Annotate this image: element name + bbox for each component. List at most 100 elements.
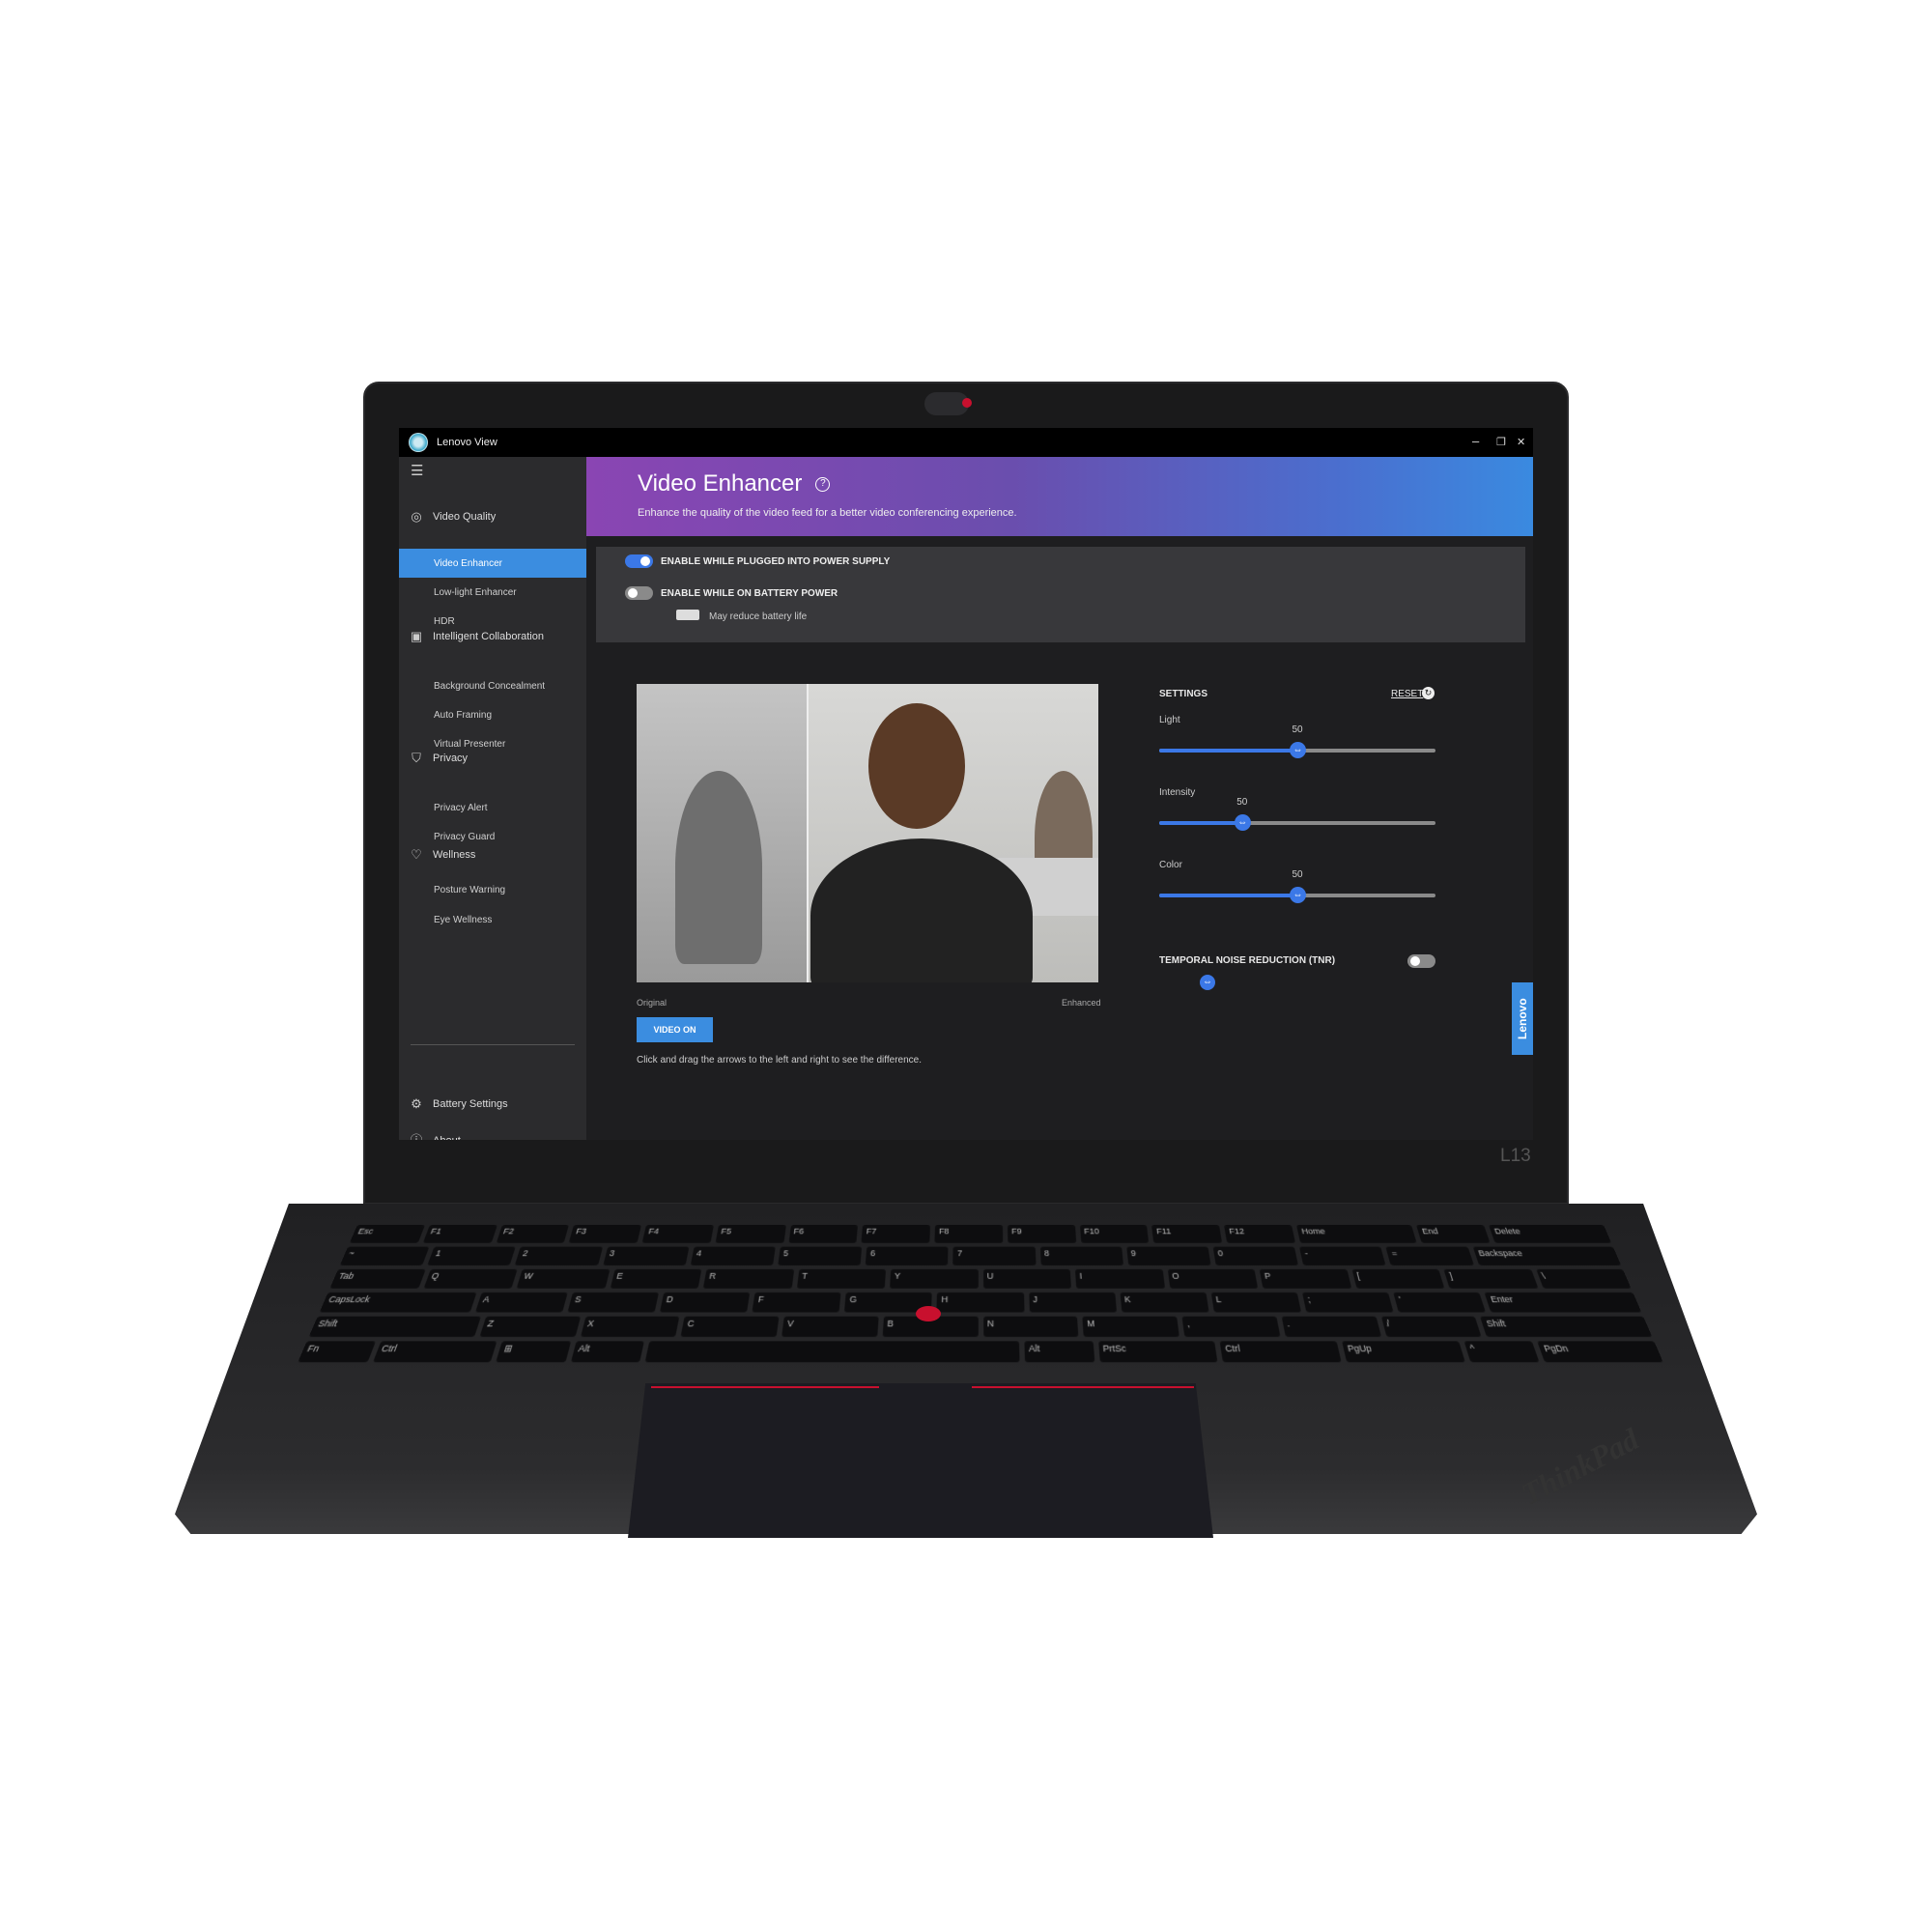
key[interactable]: CapsLock bbox=[319, 1292, 477, 1313]
slider-thumb[interactable]: ⇔ bbox=[1234, 814, 1251, 831]
menu-icon[interactable]: ☰ bbox=[411, 462, 423, 479]
key[interactable]: J bbox=[1028, 1292, 1117, 1313]
key[interactable]: Fn bbox=[298, 1341, 376, 1363]
key[interactable]: Ctrl bbox=[1219, 1341, 1342, 1363]
key[interactable]: S bbox=[567, 1292, 660, 1313]
key[interactable]: 6 bbox=[865, 1246, 949, 1265]
key[interactable]: F6 bbox=[788, 1225, 859, 1243]
key[interactable]: H bbox=[936, 1292, 1025, 1313]
key[interactable]: / bbox=[1380, 1316, 1482, 1337]
sidebar-item-background-concealment[interactable]: Background Concealment bbox=[399, 671, 586, 700]
key[interactable]: F4 bbox=[641, 1225, 714, 1243]
key[interactable]: Z bbox=[479, 1316, 581, 1337]
trackpoint[interactable] bbox=[916, 1306, 941, 1321]
key[interactable]: F10 bbox=[1079, 1225, 1150, 1243]
key[interactable]: Q bbox=[423, 1268, 518, 1289]
key[interactable]: F3 bbox=[568, 1225, 642, 1243]
key[interactable]: = bbox=[1385, 1246, 1474, 1265]
light-slider[interactable]: 50 ⇔ bbox=[1159, 724, 1435, 758]
key[interactable]: F2 bbox=[496, 1225, 570, 1243]
key[interactable]: End bbox=[1416, 1225, 1491, 1243]
key[interactable]: 4 bbox=[690, 1246, 776, 1265]
key[interactable]: I bbox=[1074, 1268, 1165, 1289]
key[interactable]: 2 bbox=[515, 1246, 603, 1265]
key[interactable]: Esc bbox=[349, 1225, 425, 1243]
key[interactable]: W bbox=[516, 1268, 610, 1289]
comparison-divider[interactable] bbox=[807, 684, 809, 982]
sidebar-item-eye-wellness[interactable]: Eye Wellness bbox=[399, 905, 586, 934]
key[interactable]: F11 bbox=[1151, 1225, 1223, 1243]
key[interactable]: R bbox=[702, 1268, 794, 1289]
intensity-slider[interactable]: 50 ⇔ bbox=[1159, 797, 1435, 831]
help-icon[interactable]: ? bbox=[815, 477, 831, 493]
sidebar-footer-battery-settings[interactable]: ⚙ Battery Settings bbox=[399, 1090, 586, 1119]
key[interactable]: Shift bbox=[308, 1316, 481, 1337]
key[interactable]: 5 bbox=[778, 1246, 863, 1265]
key[interactable]: K bbox=[1120, 1292, 1209, 1313]
key[interactable]: E bbox=[610, 1268, 702, 1289]
key[interactable]: PgUp bbox=[1342, 1341, 1465, 1363]
key[interactable]: P bbox=[1259, 1268, 1351, 1289]
plugged-in-toggle[interactable] bbox=[625, 554, 653, 568]
key[interactable]: Ctrl bbox=[372, 1341, 497, 1363]
key[interactable]: ⊞ bbox=[496, 1341, 572, 1363]
key[interactable]: . bbox=[1281, 1316, 1381, 1337]
sidebar-item-posture-warning[interactable]: Posture Warning bbox=[399, 875, 586, 904]
key[interactable]: PrtSc bbox=[1097, 1341, 1218, 1363]
key[interactable]: F7 bbox=[861, 1225, 931, 1243]
sidebar-item-wellness[interactable]: ♡ Wellness bbox=[399, 848, 586, 862]
key[interactable]: U bbox=[982, 1268, 1071, 1289]
key[interactable]: X bbox=[580, 1316, 680, 1337]
reset-link[interactable]: RESET bbox=[1391, 689, 1423, 699]
sidebar-item-privacy-guard[interactable]: Privacy Guard bbox=[399, 822, 586, 851]
key[interactable]: 8 bbox=[1039, 1246, 1123, 1265]
key[interactable]: 0 bbox=[1212, 1246, 1299, 1265]
key[interactable]: Enter bbox=[1484, 1292, 1642, 1313]
key[interactable]: N bbox=[982, 1316, 1079, 1337]
key[interactable]: M bbox=[1082, 1316, 1179, 1337]
sidebar-item-privacy[interactable]: ⛉ Privacy bbox=[399, 752, 586, 765]
battery-power-toggle[interactable] bbox=[625, 586, 653, 600]
tnr-toggle[interactable] bbox=[1407, 954, 1435, 968]
sidebar-item-intelligent-collaboration[interactable]: ▣ Intelligent Collaboration bbox=[399, 630, 586, 643]
slider-thumb[interactable]: ⇔ bbox=[1290, 887, 1306, 903]
key[interactable]: ] bbox=[1443, 1268, 1538, 1289]
key[interactable]: 1 bbox=[427, 1246, 517, 1265]
key[interactable]: Y bbox=[890, 1268, 979, 1289]
key[interactable]: Shift bbox=[1480, 1316, 1653, 1337]
key[interactable]: Alt bbox=[1024, 1341, 1094, 1363]
reset-icon[interactable]: ↻ bbox=[1422, 687, 1435, 699]
key[interactable]: F9 bbox=[1007, 1225, 1076, 1243]
color-slider[interactable]: 50 ⇔ bbox=[1159, 869, 1435, 903]
key[interactable]: F5 bbox=[715, 1225, 786, 1243]
key[interactable]: Delete bbox=[1488, 1225, 1612, 1243]
key[interactable]: F12 bbox=[1224, 1225, 1296, 1243]
key[interactable]: 9 bbox=[1126, 1246, 1211, 1265]
key[interactable] bbox=[645, 1341, 1020, 1363]
key[interactable]: 7 bbox=[952, 1246, 1037, 1265]
touchpad[interactable] bbox=[628, 1383, 1213, 1538]
close-button[interactable]: ✕ bbox=[1517, 436, 1525, 448]
restore-button[interactable]: ❐ bbox=[1496, 436, 1506, 448]
key[interactable]: PgDn bbox=[1537, 1341, 1663, 1363]
key[interactable]: V bbox=[781, 1316, 879, 1337]
key[interactable]: F8 bbox=[934, 1225, 1004, 1243]
key[interactable]: Alt bbox=[570, 1341, 645, 1363]
key[interactable]: F1 bbox=[422, 1225, 497, 1243]
key[interactable]: Home bbox=[1295, 1225, 1417, 1243]
sidebar-item-privacy-alert[interactable]: Privacy Alert bbox=[399, 793, 586, 822]
key[interactable]: Backspace bbox=[1472, 1246, 1622, 1265]
sidebar-footer-about[interactable]: ⓘ About bbox=[399, 1126, 586, 1141]
key[interactable]: L bbox=[1210, 1292, 1302, 1313]
key[interactable]: - bbox=[1299, 1246, 1386, 1265]
sidebar-item-auto-framing[interactable]: Auto Framing bbox=[399, 700, 586, 729]
sidebar-item-video-enhancer[interactable]: Video Enhancer bbox=[399, 549, 586, 578]
key[interactable]: Tab bbox=[329, 1268, 426, 1289]
key[interactable]: T bbox=[796, 1268, 887, 1289]
video-on-button[interactable]: VIDEO ON bbox=[637, 1017, 713, 1042]
key[interactable]: \ bbox=[1535, 1268, 1632, 1289]
comparison-drag-handle[interactable]: ⇔ bbox=[1200, 975, 1215, 990]
lenovo-brand-tab[interactable]: Lenovo bbox=[1512, 982, 1533, 1055]
key[interactable]: C bbox=[680, 1316, 780, 1337]
key[interactable]: ' bbox=[1393, 1292, 1487, 1313]
